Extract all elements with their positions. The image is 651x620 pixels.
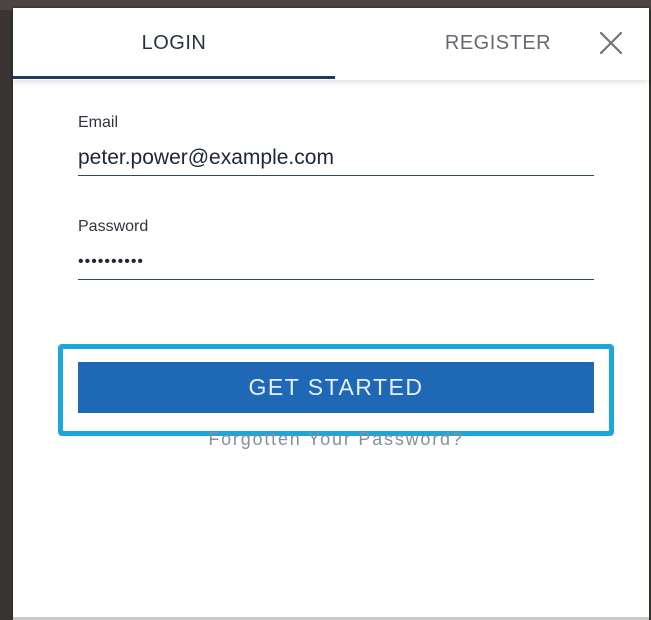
get-started-button[interactable]: GET STARTED <box>78 362 594 413</box>
tab-register-label: REGISTER <box>444 31 552 54</box>
tab-login[interactable]: LOGIN <box>13 8 335 78</box>
close-button[interactable] <box>596 28 626 58</box>
password-field[interactable] <box>78 245 594 280</box>
auth-tabs: LOGIN REGISTER <box>13 8 649 80</box>
close-icon <box>599 31 623 55</box>
active-tab-indicator <box>13 76 335 79</box>
tab-login-label: LOGIN <box>141 31 207 54</box>
login-modal: LOGIN REGISTER Email Password GET STARTE… <box>13 8 649 620</box>
tab-register[interactable]: REGISTER <box>413 8 583 78</box>
email-label: Email <box>78 114 119 131</box>
password-label: Password <box>78 218 149 235</box>
forgot-password-link[interactable]: Forgotten Your Password? <box>78 429 594 450</box>
email-field[interactable] <box>78 141 594 176</box>
